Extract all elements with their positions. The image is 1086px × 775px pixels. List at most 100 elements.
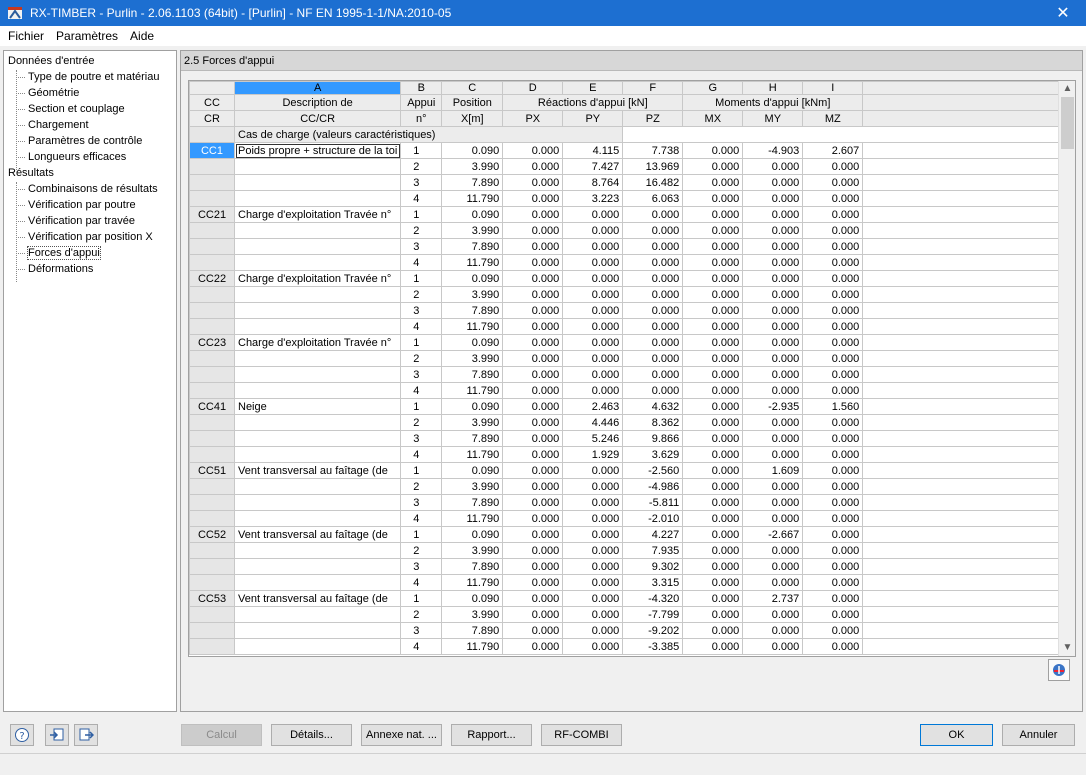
value-cell[interactable]: 0.000 [742,334,804,351]
support-cell[interactable]: 1 [400,526,443,543]
value-cell[interactable]: 0.000 [742,558,804,575]
position-cell[interactable]: 0.090 [441,206,504,223]
position-cell[interactable]: 11.790 [441,382,504,399]
description-cell[interactable] [233,254,402,271]
value-cell[interactable]: 0.000 [622,382,684,399]
position-cell[interactable]: 11.790 [441,190,504,207]
value-cell[interactable]: 0.000 [682,350,744,367]
nav-item-geometrie[interactable]: Géométrie [4,85,176,101]
value-cell[interactable]: 0.000 [502,334,564,351]
value-cell[interactable]: 0.000 [682,462,744,479]
value-cell[interactable]: 0.000 [742,174,804,191]
results-grid[interactable]: A B C D E F G H I CC Description de Appui Position Ré… [188,80,1076,657]
value-cell[interactable]: 0.000 [802,606,864,623]
row-header-cc[interactable] [189,254,235,271]
value-cell[interactable]: -2.560 [622,462,684,479]
support-cell[interactable]: 4 [400,190,443,207]
value-cell[interactable]: 0.000 [562,286,624,303]
row-header-cc[interactable] [189,638,235,655]
value-cell[interactable]: 0.000 [682,590,744,607]
description-cell[interactable] [233,414,402,431]
table-row[interactable]: 4 11.790 0.000 0.000 3.315 0.000 0.000 0.000 [189,574,1072,591]
value-cell[interactable]: 0.000 [562,302,624,319]
value-cell[interactable]: 0.000 [742,478,804,495]
rf-combi-button[interactable]: RF-COMBI [541,724,622,746]
nav-item-verif-position[interactable]: Vérification par position X [4,229,176,245]
help-button[interactable]: ? [10,724,34,746]
nav-item-verif-poutre[interactable]: Vérification par poutre [4,197,176,213]
value-cell[interactable]: 0.000 [802,222,864,239]
value-cell[interactable]: 0.000 [802,638,864,655]
support-cell[interactable]: 4 [400,254,443,271]
column-letter[interactable]: A [233,81,402,95]
value-cell[interactable]: 8.764 [562,174,624,191]
description-cell[interactable] [233,542,402,559]
value-cell[interactable]: 0.000 [502,574,564,591]
value-cell[interactable]: 0.000 [502,494,564,511]
value-cell[interactable]: 0.000 [802,526,864,543]
value-cell[interactable]: 0.000 [682,302,744,319]
position-cell[interactable]: 3.990 [441,350,504,367]
position-cell[interactable]: 11.790 [441,254,504,271]
position-cell[interactable]: 7.890 [441,622,504,639]
position-cell[interactable]: 11.790 [441,318,504,335]
value-cell[interactable]: 0.000 [562,270,624,287]
description-cell[interactable] [233,478,402,495]
value-cell[interactable]: 0.000 [682,270,744,287]
value-cell[interactable]: 0.000 [802,574,864,591]
value-cell[interactable]: 0.000 [502,286,564,303]
menu-parametres[interactable]: Paramètres [50,29,124,43]
row-header-cc[interactable] [189,478,235,495]
description-cell[interactable]: Vent transversal au faîtage (de [233,590,402,607]
table-row[interactable]: 2 3.990 0.000 0.000 0.000 0.000 0.000 0.000 [189,350,1072,367]
value-cell[interactable]: 0.000 [742,350,804,367]
nav-item-type-poutre[interactable]: Type de poutre et matériau [4,69,176,85]
row-header-cc[interactable] [189,414,235,431]
value-cell[interactable]: 0.000 [802,446,864,463]
description-cell[interactable] [233,430,402,447]
position-cell[interactable]: 7.890 [441,430,504,447]
support-cell[interactable]: 1 [400,462,443,479]
value-cell[interactable]: 0.000 [742,510,804,527]
position-cell[interactable]: 7.890 [441,302,504,319]
close-window-button[interactable]: ✕ [1040,0,1086,26]
table-row[interactable]: CC23 Charge d'exploitation Travée n° 1 0.09… [189,334,1072,351]
value-cell[interactable]: 0.000 [562,526,624,543]
value-cell[interactable]: 0.000 [742,414,804,431]
value-cell[interactable]: 0.000 [742,190,804,207]
position-cell[interactable]: 11.790 [441,574,504,591]
scroll-down-icon[interactable]: ▼ [1059,640,1075,656]
value-cell[interactable]: 0.000 [562,334,624,351]
nav-item-forces-appui[interactable]: Forces d'appui [4,245,176,261]
value-cell[interactable]: 0.000 [562,382,624,399]
value-cell[interactable]: 0.000 [742,270,804,287]
menu-fichier[interactable]: Fichier [2,29,50,43]
value-cell[interactable]: 0.000 [562,590,624,607]
value-cell[interactable]: 0.000 [742,430,804,447]
value-cell[interactable]: 0.000 [562,350,624,367]
description-cell[interactable] [233,350,402,367]
value-cell[interactable]: 0.000 [622,270,684,287]
value-cell[interactable]: 0.000 [742,222,804,239]
value-cell[interactable]: 0.000 [682,606,744,623]
value-cell[interactable]: 1.929 [562,446,624,463]
value-cell[interactable]: 0.000 [802,366,864,383]
support-cell[interactable]: 2 [400,542,443,559]
scroll-thumb[interactable] [1061,97,1074,149]
value-cell[interactable]: -4.320 [622,590,684,607]
support-cell[interactable]: 3 [400,494,443,511]
position-cell[interactable]: 7.890 [441,494,504,511]
value-cell[interactable]: 2.737 [742,590,804,607]
cancel-button[interactable]: Annuler [1002,724,1075,746]
value-cell[interactable]: 5.246 [562,430,624,447]
table-row[interactable]: 4 11.790 0.000 0.000 0.000 0.000 0.000 0.000 [189,318,1072,335]
column-letter[interactable]: G [682,81,744,95]
value-cell[interactable]: -2.935 [742,398,804,415]
support-cell[interactable]: 3 [400,622,443,639]
table-row[interactable]: 2 3.990 0.000 4.446 8.362 0.000 0.000 0.000 [189,414,1072,431]
row-header-cc[interactable]: CC23 [189,334,235,351]
value-cell[interactable]: 0.000 [502,462,564,479]
position-cell[interactable]: 0.090 [441,142,504,159]
value-cell[interactable]: 0.000 [502,270,564,287]
value-cell[interactable]: -7.799 [622,606,684,623]
